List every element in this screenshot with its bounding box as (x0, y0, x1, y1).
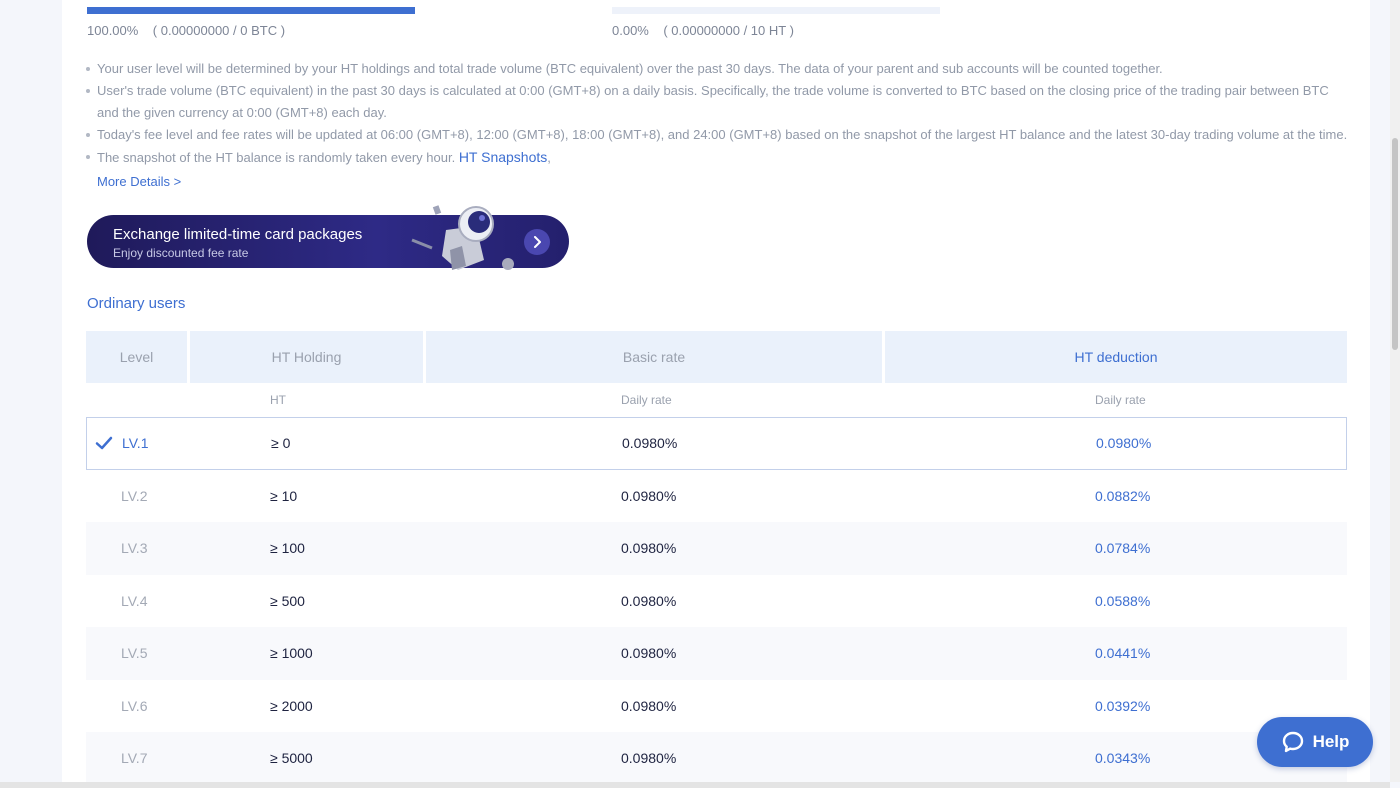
btc-volume-percent: 100.00% (87, 23, 139, 38)
basic-rate-cell: 0.0980% (621, 750, 677, 767)
banner-title: Exchange limited-time card packages (113, 226, 363, 243)
note-text: The snapshot of the HT balance is random… (97, 150, 456, 165)
more-details-link[interactable]: More Details > (97, 174, 181, 189)
basic-rate-cell: 0.0980% (621, 645, 677, 662)
btc-volume-detail: ( 0.00000000 / 0 BTC ) (152, 23, 286, 38)
column-header-basic-rate: Basic rate (426, 331, 882, 383)
table-row: LV.2 ≥ 10 0.0980% 0.0882% (86, 470, 1347, 523)
note-item: User's trade volume (BTC equivalent) in … (86, 80, 1348, 124)
table-row: LV.3 ≥ 100 0.0980% 0.0784% (86, 522, 1347, 575)
column-header-ht-holding: HT Holding (190, 331, 423, 383)
column-header-level: Level (86, 331, 187, 383)
note-text: and the given currency at 0:00 (GMT+8) e… (97, 105, 387, 120)
btc-volume-progress-bar (87, 7, 415, 14)
deduction-rate-cell: 0.0882% (1095, 487, 1151, 504)
deduction-rate-cell: 0.0343% (1095, 750, 1151, 767)
table-row: LV.7 ≥ 5000 0.0980% 0.0343% (86, 732, 1347, 785)
deduction-rate-cell: 0.0588% (1095, 592, 1151, 609)
deduction-rate-cell: 0.0392% (1095, 697, 1151, 714)
level-cell: LV.5 (121, 645, 148, 662)
column-header-ht-deduction: HT deduction (885, 331, 1347, 383)
level-notes-list: Your user level will be determined by yo… (86, 58, 1348, 169)
horizontal-scrollbar[interactable] (0, 782, 1390, 788)
ht-holding-percent: 0.00% (612, 23, 649, 38)
holding-cell: ≥ 10 (270, 487, 298, 504)
ht-holding-progress-text: 0.00% ( 0.00000000 / 10 HT ) (612, 23, 794, 38)
deduction-rate-cell: 0.0441% (1095, 645, 1151, 662)
table-subheader-row: HT Daily rate Daily rate (86, 383, 1347, 417)
level-cell: LV.1 (122, 435, 149, 452)
level-cell: LV.2 (121, 487, 148, 504)
basic-rate-cell: 0.0980% (621, 487, 677, 504)
ht-holding-progress-bar (612, 7, 940, 14)
fee-rate-table: Level HT Holding Basic rate HT deduction… (86, 331, 1347, 785)
deduction-rate-cell: 0.0784% (1095, 540, 1151, 557)
help-button[interactable]: Help (1257, 717, 1373, 767)
note-text: , (547, 150, 551, 165)
level-cell: LV.6 (121, 697, 148, 714)
holding-cell: ≥ 100 (270, 540, 305, 557)
section-title-ordinary-users: Ordinary users (87, 295, 186, 312)
btc-volume-progress-fill (87, 7, 415, 14)
note-item: The snapshot of the HT balance is random… (86, 146, 1348, 169)
subheader-basic-daily-rate: Daily rate (621, 393, 672, 407)
table-row: LV.1 ≥ 0 0.0980% 0.0980% (86, 417, 1347, 470)
vertical-scrollbar[interactable] (1390, 0, 1400, 782)
basic-rate-cell: 0.0980% (621, 592, 677, 609)
check-icon (95, 437, 113, 450)
btc-volume-progress-text: 100.00% ( 0.00000000 / 0 BTC ) (87, 23, 285, 38)
basic-rate-cell: 0.0980% (622, 435, 678, 452)
level-cell: LV.7 (121, 750, 148, 767)
holding-cell: ≥ 5000 (270, 750, 313, 767)
basic-rate-cell: 0.0980% (621, 697, 677, 714)
vertical-scrollbar-thumb[interactable] (1392, 138, 1398, 350)
note-text: User's trade volume (BTC equivalent) in … (97, 83, 1329, 98)
level-cell: LV.3 (121, 540, 148, 557)
help-label: Help (1312, 732, 1350, 751)
card-packages-banner[interactable]: Exchange limited-time card packages Enjo… (87, 215, 569, 268)
table-row: LV.5 ≥ 1000 0.0980% 0.0441% (86, 627, 1347, 680)
ht-snapshots-link[interactable]: HT Snapshots (459, 149, 547, 165)
holding-cell: ≥ 1000 (270, 645, 313, 662)
deduction-rate-cell: 0.0980% (1096, 435, 1152, 452)
chat-bubble-icon (1282, 731, 1303, 753)
holding-cell: ≥ 500 (270, 592, 305, 609)
subheader-deduction-daily-rate: Daily rate (1095, 393, 1146, 407)
banner-subtitle: Enjoy discounted fee rate (113, 246, 249, 260)
ht-holding-detail: ( 0.00000000 / 10 HT ) (663, 23, 794, 38)
note-item: Today's fee level and fee rates will be … (86, 124, 1348, 146)
basic-rate-cell: 0.0980% (621, 540, 677, 557)
table-header-row: Level HT Holding Basic rate HT deduction (86, 331, 1347, 383)
level-cell: LV.4 (121, 592, 148, 609)
subheader-ht: HT (270, 393, 286, 407)
chevron-right-icon[interactable] (524, 229, 550, 255)
holding-cell: ≥ 0 (271, 435, 291, 452)
holding-cell: ≥ 2000 (270, 697, 313, 714)
table-row: LV.4 ≥ 500 0.0980% 0.0588% (86, 575, 1347, 628)
table-row: LV.6 ≥ 2000 0.0980% 0.0392% (86, 680, 1347, 733)
note-text: Your user level will be determined by yo… (97, 61, 1163, 76)
note-item: Your user level will be determined by yo… (86, 58, 1348, 80)
note-text: Today's fee level and fee rates will be … (97, 127, 1348, 142)
